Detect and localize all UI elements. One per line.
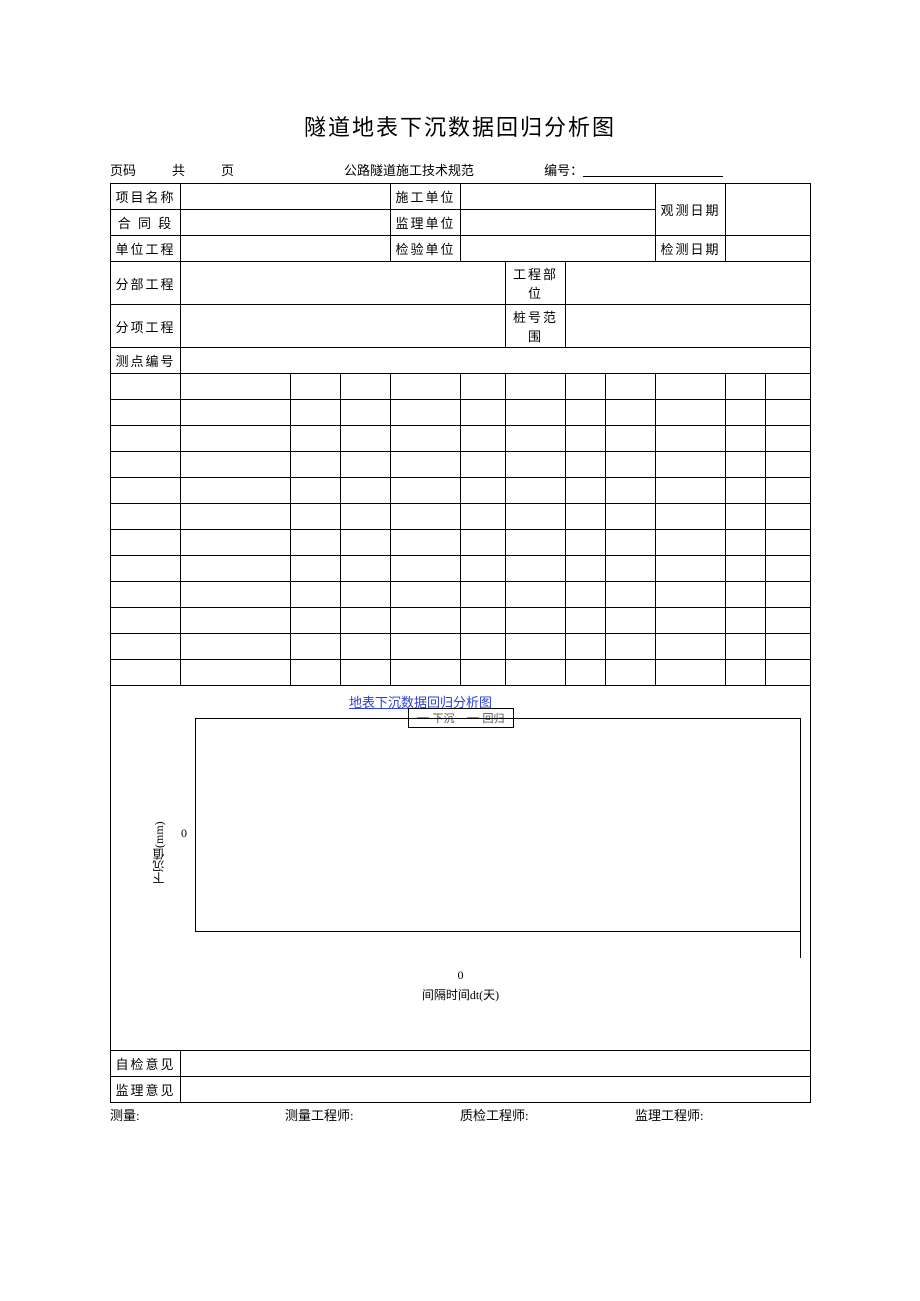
total-label: 共 bbox=[172, 160, 185, 179]
label-test-date: 检测日期 bbox=[656, 236, 726, 262]
chart-cell: 地表下沉数据回归分析图 下沉 回归 下沉值(mm) 0 0 间隔时间dt(天) bbox=[111, 686, 811, 1051]
label-unit-project: 单位工程 bbox=[111, 236, 181, 262]
number-field[interactable] bbox=[583, 163, 723, 177]
label-construction-unit: 施工单位 bbox=[391, 184, 461, 210]
footer-measure: 测量: bbox=[110, 1105, 285, 1124]
label-eng-part: 工程部位 bbox=[506, 262, 566, 305]
table-row bbox=[111, 582, 811, 608]
field-item-project[interactable] bbox=[181, 305, 506, 348]
page-unit: 页 bbox=[221, 160, 234, 179]
meta-row: 页码 共 页 公路隧道施工技术规范 编号： bbox=[110, 160, 810, 179]
field-supervision-unit[interactable] bbox=[461, 210, 656, 236]
table-row bbox=[111, 452, 811, 478]
field-inspection-unit[interactable] bbox=[461, 236, 656, 262]
page-title: 隧道地表下沉数据回归分析图 bbox=[110, 110, 810, 142]
footer-qc-eng: 质检工程师: bbox=[460, 1105, 635, 1124]
field-construction-unit[interactable] bbox=[461, 184, 656, 210]
label-project-name: 项目名称 bbox=[111, 184, 181, 210]
field-station-range[interactable] bbox=[566, 305, 811, 348]
table-row bbox=[111, 530, 811, 556]
field-project-name[interactable] bbox=[181, 184, 391, 210]
footer-sup-eng: 监理工程师: bbox=[635, 1105, 810, 1124]
table-row bbox=[111, 634, 811, 660]
table-row bbox=[111, 504, 811, 530]
table-row bbox=[111, 608, 811, 634]
table-row bbox=[111, 660, 811, 686]
label-obs-date: 观测日期 bbox=[656, 184, 726, 236]
field-sub-project[interactable] bbox=[181, 262, 506, 305]
spec-label: 公路隧道施工技术规范 bbox=[344, 160, 474, 179]
field-obs-date[interactable] bbox=[726, 184, 811, 236]
page-label: 页码 bbox=[110, 160, 136, 179]
table-row bbox=[111, 556, 811, 582]
label-inspection-unit: 检验单位 bbox=[391, 236, 461, 262]
form-table: 项目名称 施工单位 观测日期 合 同 段 监理单位 单位工程 检验单位 检测日期… bbox=[110, 183, 811, 1103]
footer-measure-eng: 测量工程师: bbox=[285, 1105, 460, 1124]
table-row bbox=[111, 478, 811, 504]
label-supervision-unit: 监理单位 bbox=[391, 210, 461, 236]
label-self-check: 自检意见 bbox=[111, 1051, 181, 1077]
field-supervision-opinion[interactable] bbox=[181, 1077, 811, 1103]
number-label: 编号： bbox=[544, 160, 583, 179]
field-eng-part[interactable] bbox=[566, 262, 811, 305]
x-axis-label: 间隔时间dt(天) bbox=[115, 986, 806, 1003]
label-contract-section: 合 同 段 bbox=[111, 210, 181, 236]
table-row bbox=[111, 426, 811, 452]
field-unit-project[interactable] bbox=[181, 236, 391, 262]
footer-row: 测量: 测量工程师: 质检工程师: 监理工程师: bbox=[110, 1105, 810, 1124]
plot-area bbox=[195, 718, 801, 958]
chart-box: 地表下沉数据回归分析图 下沉 回归 下沉值(mm) 0 0 间隔时间dt(天) bbox=[115, 688, 806, 1048]
label-sub-project: 分部工程 bbox=[111, 262, 181, 305]
field-point-no[interactable] bbox=[181, 348, 811, 374]
table-row bbox=[111, 400, 811, 426]
table-row bbox=[111, 374, 811, 400]
field-self-check[interactable] bbox=[181, 1051, 811, 1077]
y-tick-zero: 0 bbox=[181, 826, 187, 841]
label-supervision-opinion: 监理意见 bbox=[111, 1077, 181, 1103]
label-station-range: 桩号范围 bbox=[506, 305, 566, 348]
field-contract-section[interactable] bbox=[181, 210, 391, 236]
x-tick-zero: 0 bbox=[115, 968, 806, 983]
field-test-date[interactable] bbox=[726, 236, 811, 262]
label-point-no: 测点编号 bbox=[111, 348, 181, 374]
y-axis-label: 下沉值(mm) bbox=[150, 728, 168, 978]
label-item-project: 分项工程 bbox=[111, 305, 181, 348]
